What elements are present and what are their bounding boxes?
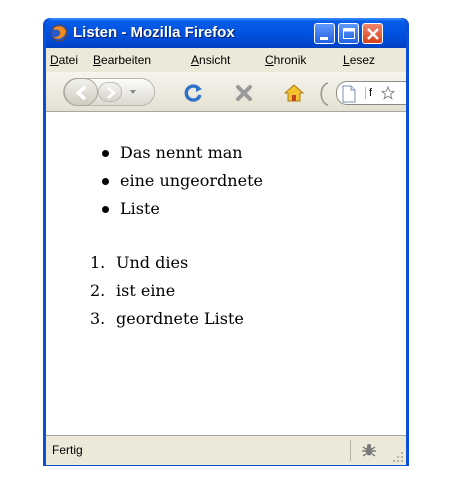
home-icon[interactable] (283, 82, 305, 104)
back-arrow-icon (75, 85, 87, 101)
list-text: ist eine (116, 281, 176, 300)
list-number: 3. (90, 309, 106, 328)
list-number: 2. (90, 281, 106, 300)
window-title: Listen - Mozilla Firefox (73, 24, 235, 41)
url-bar[interactable]: f (336, 81, 406, 105)
page-icon (342, 85, 356, 103)
page-content: Das nennt man eine ungeordnete Liste 1. U… (46, 112, 406, 435)
reload-icon[interactable] (183, 82, 205, 104)
list-item: Liste (98, 198, 263, 226)
firefox-icon (50, 24, 68, 42)
navigation-toolbar: f (46, 72, 406, 112)
menu-datei[interactable]: Datei (50, 53, 78, 67)
list-text: Und dies (116, 253, 189, 272)
list-item: 3. geordnete Liste (90, 308, 244, 336)
dropdown-icon[interactable] (123, 84, 143, 100)
status-divider (350, 440, 351, 461)
close-button[interactable] (362, 23, 383, 44)
ordered-list: 1. Und dies 2. ist eine 3. geordnete Liste (90, 252, 244, 336)
maximize-icon (343, 28, 355, 39)
stop-icon[interactable] (233, 82, 255, 104)
minimize-icon (320, 37, 328, 40)
menu-lesezeichen[interactable]: Lesez (343, 53, 375, 67)
title-bar[interactable]: Listen - Mozilla Firefox (46, 18, 406, 48)
list-item: 1. Und dies (90, 252, 244, 280)
back-button[interactable] (64, 78, 98, 106)
menu-bar: Datei Bearbeiten Ansicht Chronik Lesez (46, 48, 406, 72)
status-text: Fertig (52, 443, 83, 457)
forward-arrow-icon (107, 87, 117, 99)
list-item: Das nennt man (98, 142, 263, 170)
menu-bearbeiten[interactable]: Bearbeiten (93, 53, 151, 67)
forward-button[interactable] (98, 82, 122, 102)
list-item: eine ungeordnete (98, 170, 263, 198)
maximize-button[interactable] (338, 23, 359, 44)
browser-window: Listen - Mozilla Firefox Datei Bearbeite… (43, 18, 409, 466)
browser-client-area: Datei Bearbeiten Ansicht Chronik Lesez f… (46, 48, 406, 465)
url-input[interactable]: f (365, 87, 372, 99)
resize-grip-icon[interactable] (392, 451, 404, 463)
status-bar: Fertig (46, 435, 406, 465)
menu-chronik[interactable]: Chronik (265, 53, 306, 67)
close-icon (367, 28, 379, 40)
menu-ansicht[interactable]: Ansicht (191, 53, 230, 67)
list-item: 2. ist eine (90, 280, 244, 308)
list-number: 1. (90, 253, 106, 272)
list-text: geordnete Liste (116, 309, 244, 328)
url-bracket-icon (320, 82, 329, 106)
bug-icon[interactable] (360, 441, 378, 459)
minimize-button[interactable] (314, 23, 335, 44)
unordered-list: Das nennt man eine ungeordnete Liste (98, 142, 263, 226)
bookmark-star-icon[interactable] (381, 86, 395, 100)
